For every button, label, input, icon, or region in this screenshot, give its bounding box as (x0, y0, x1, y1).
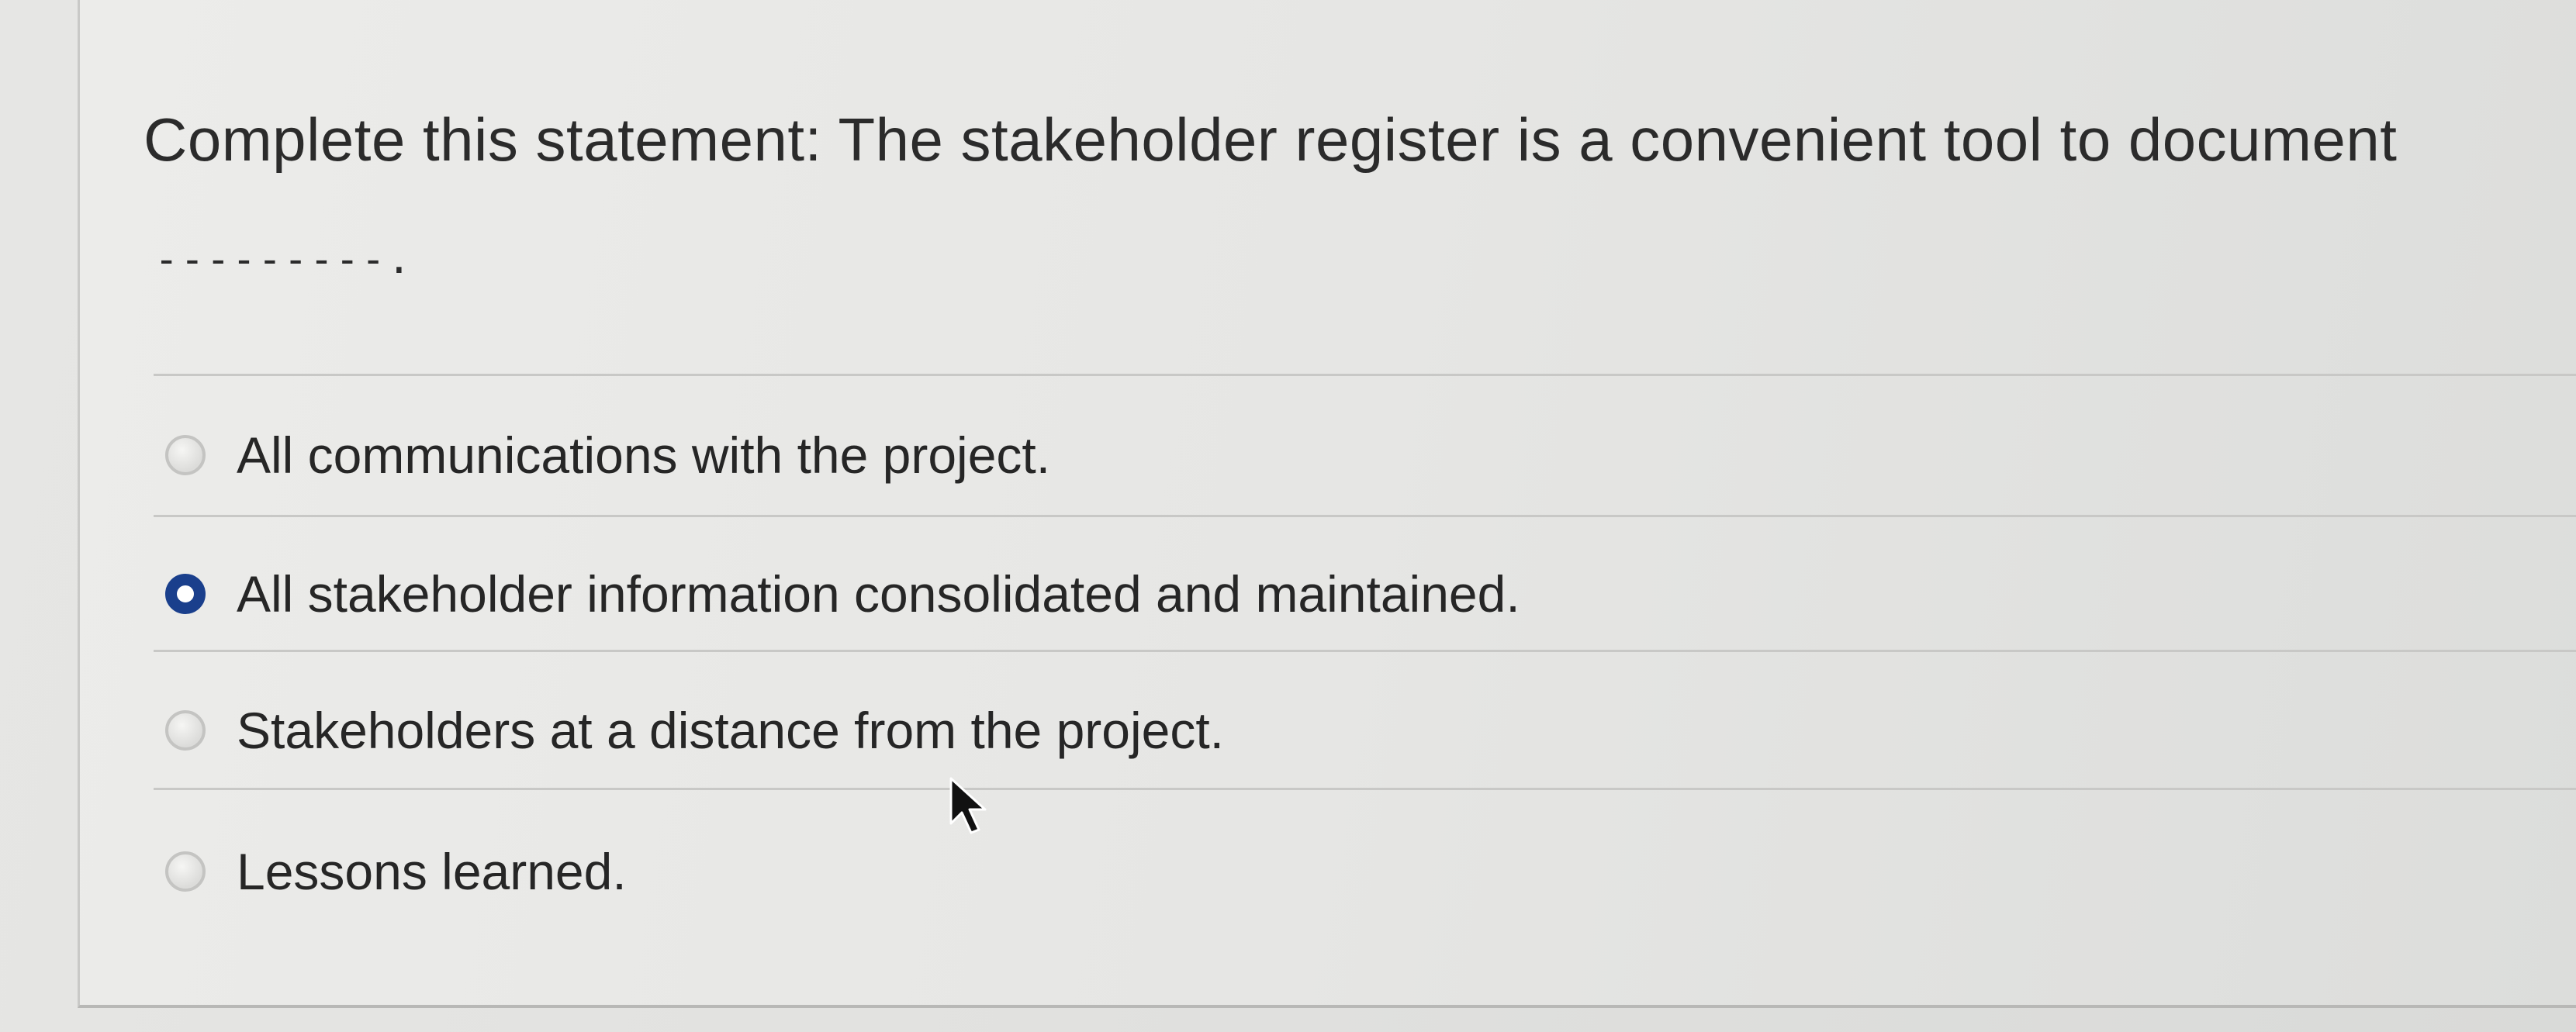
divider (154, 788, 2576, 790)
option-1[interactable]: All communications with the project. (165, 412, 2492, 498)
divider (154, 515, 2576, 517)
option-4-label: Lessons learned. (237, 843, 627, 900)
mouse-pointer-icon (949, 777, 987, 834)
divider (154, 650, 2576, 652)
radio-button-option-4[interactable] (165, 851, 206, 892)
question-text: Complete this statement: The stakeholder… (143, 105, 2398, 174)
question-card: Complete this statement: The stakeholder… (78, 0, 2576, 1008)
radio-button-option-3[interactable] (165, 710, 206, 751)
radio-button-option-1[interactable] (165, 435, 206, 475)
radio-button-option-2-selected[interactable] (165, 574, 206, 614)
option-2[interactable]: All stakeholder information consolidated… (165, 551, 2492, 637)
screen: Complete this statement: The stakeholder… (0, 0, 2576, 1032)
answer-blank: ---------. (154, 236, 413, 283)
divider (154, 374, 2576, 376)
option-3[interactable]: Stakeholders at a distance from the proj… (165, 688, 2492, 773)
option-4[interactable]: Lessons learned. (165, 829, 2492, 914)
option-3-label: Stakeholders at a distance from the proj… (237, 702, 1225, 759)
option-1-label: All communications with the project. (237, 426, 1051, 484)
option-2-label: All stakeholder information consolidated… (237, 565, 1520, 623)
